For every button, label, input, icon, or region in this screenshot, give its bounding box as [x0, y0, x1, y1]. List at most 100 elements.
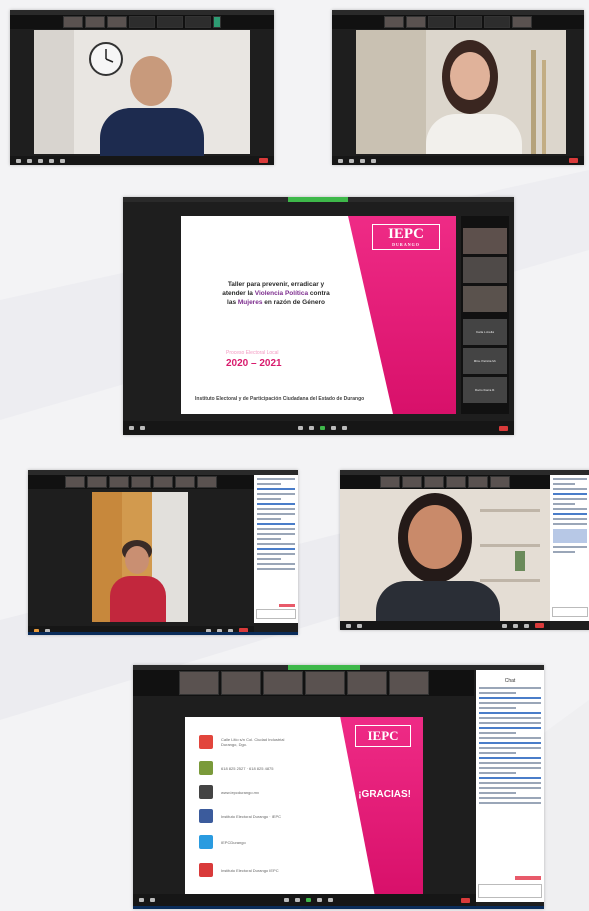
- participant-thumb[interactable]: [129, 16, 155, 28]
- facebook-icon: [199, 809, 213, 823]
- chat-button[interactable]: [308, 426, 314, 430]
- participant-thumb[interactable]: [512, 16, 532, 28]
- video-button[interactable]: [140, 426, 145, 430]
- chat-button[interactable]: [49, 158, 54, 163]
- chat-input[interactable]: [478, 884, 542, 898]
- sharing-indicator: [288, 197, 348, 202]
- participant-thumb[interactable]: [178, 671, 219, 695]
- participant-thumb[interactable]: [490, 476, 510, 488]
- participant-thumb[interactable]: [380, 476, 400, 488]
- end-meeting-button[interactable]: [569, 158, 578, 163]
- participant-tile-video[interactable]: [463, 257, 507, 283]
- participant-thumb[interactable]: [65, 476, 85, 488]
- mute-button[interactable]: [346, 623, 351, 628]
- participant-thumb[interactable]: [388, 671, 429, 695]
- chat-message: [553, 483, 575, 485]
- slide-title-text: contra: [308, 290, 330, 297]
- mute-button[interactable]: [16, 158, 21, 163]
- participant-tile-name[interactable]: Karla L Arellá: [463, 319, 507, 345]
- record-button[interactable]: [316, 898, 322, 902]
- active-speaker-video: [92, 492, 188, 622]
- chat-panel[interactable]: Chat: [476, 670, 544, 902]
- chat-button[interactable]: [371, 158, 376, 163]
- chat-panel[interactable]: [550, 475, 589, 621]
- mute-button[interactable]: [139, 898, 144, 902]
- chat-message: [479, 802, 541, 804]
- participant-thumb[interactable]: [304, 671, 345, 695]
- participants-button[interactable]: [502, 623, 507, 628]
- participant-strip[interactable]: [10, 15, 274, 29]
- participant-thumb[interactable]: [157, 16, 183, 28]
- person-head: [130, 56, 172, 106]
- participant-thumb[interactable]: [446, 476, 466, 488]
- participant-thumb[interactable]: [107, 16, 127, 28]
- person-body: [110, 576, 166, 622]
- participant-thumb[interactable]: [456, 16, 482, 28]
- process-years: 2020 – 2021: [226, 358, 282, 369]
- participant-strip[interactable]: [28, 475, 254, 489]
- participant-thumb[interactable]: [220, 671, 261, 695]
- chat-button[interactable]: [513, 623, 518, 628]
- participant-thumb[interactable]: [85, 16, 105, 28]
- participant-strip[interactable]: [340, 475, 550, 489]
- participant-tile-name[interactable]: Mtra. Patricia Mi.: [463, 348, 507, 374]
- chat-message: [553, 478, 587, 480]
- participant-thumb[interactable]: [87, 476, 107, 488]
- participant-tile-name[interactable]: Rocío Ibarra R.: [463, 377, 507, 403]
- participant-thumb[interactable]: [384, 16, 404, 28]
- participant-strip[interactable]: [332, 15, 584, 29]
- video-button[interactable]: [349, 158, 354, 163]
- mute-button[interactable]: [129, 426, 134, 430]
- chat-input[interactable]: [552, 607, 588, 617]
- participant-thumb[interactable]: [185, 16, 211, 28]
- chat-panel[interactable]: [254, 475, 298, 623]
- participants-button[interactable]: [38, 158, 43, 163]
- slide-title-line: atender la Violencia Política contra: [201, 289, 351, 298]
- participants-button[interactable]: [297, 426, 303, 430]
- participants-button[interactable]: [360, 158, 365, 163]
- end-meeting-button[interactable]: [461, 897, 470, 903]
- meeting-toolbar: [332, 156, 584, 165]
- chat-message: [553, 498, 587, 500]
- record-button[interactable]: [330, 426, 336, 430]
- participant-thumb[interactable]: [402, 476, 422, 488]
- participant-strip[interactable]: [133, 670, 474, 696]
- chat-button[interactable]: [294, 898, 300, 902]
- participant-thumb[interactable]: [406, 16, 426, 28]
- share-screen-button[interactable]: [60, 158, 65, 163]
- participant-thumb[interactable]: [484, 16, 510, 28]
- chat-message: [479, 762, 541, 764]
- participant-tile-video[interactable]: [463, 228, 507, 254]
- participant-thumb[interactable]: [428, 16, 454, 28]
- video-button[interactable]: [27, 158, 32, 163]
- share-screen-button[interactable]: [319, 426, 325, 430]
- participant-thumb[interactable]: [131, 476, 151, 488]
- chat-message: [479, 687, 541, 689]
- video-button[interactable]: [150, 898, 155, 902]
- end-meeting-button[interactable]: [535, 623, 544, 628]
- participant-thumb[interactable]: [346, 671, 387, 695]
- participant-thumb[interactable]: [109, 476, 129, 488]
- share-screen-button[interactable]: [524, 623, 529, 628]
- share-screen-button[interactable]: [305, 898, 311, 902]
- participant-thumb[interactable]: [213, 16, 221, 28]
- participant-thumb[interactable]: [175, 476, 195, 488]
- participant-thumb[interactable]: [424, 476, 444, 488]
- participant-thumb[interactable]: [197, 476, 217, 488]
- chat-input[interactable]: [256, 609, 296, 619]
- reactions-button[interactable]: [341, 426, 347, 430]
- participant-tile-video[interactable]: [463, 286, 507, 312]
- chat-message: [257, 558, 282, 560]
- zoom-screenshot-man: [10, 10, 274, 165]
- participant-thumb[interactable]: [153, 476, 173, 488]
- end-meeting-button[interactable]: [499, 425, 508, 431]
- reactions-button[interactable]: [327, 898, 333, 902]
- video-button[interactable]: [357, 623, 362, 628]
- end-meeting-button[interactable]: [259, 158, 268, 163]
- participant-thumb[interactable]: [468, 476, 488, 488]
- participant-thumb[interactable]: [63, 16, 83, 28]
- chat-message: [479, 727, 541, 729]
- mute-button[interactable]: [338, 158, 343, 163]
- participant-thumb[interactable]: [262, 671, 303, 695]
- participants-button[interactable]: [283, 898, 289, 902]
